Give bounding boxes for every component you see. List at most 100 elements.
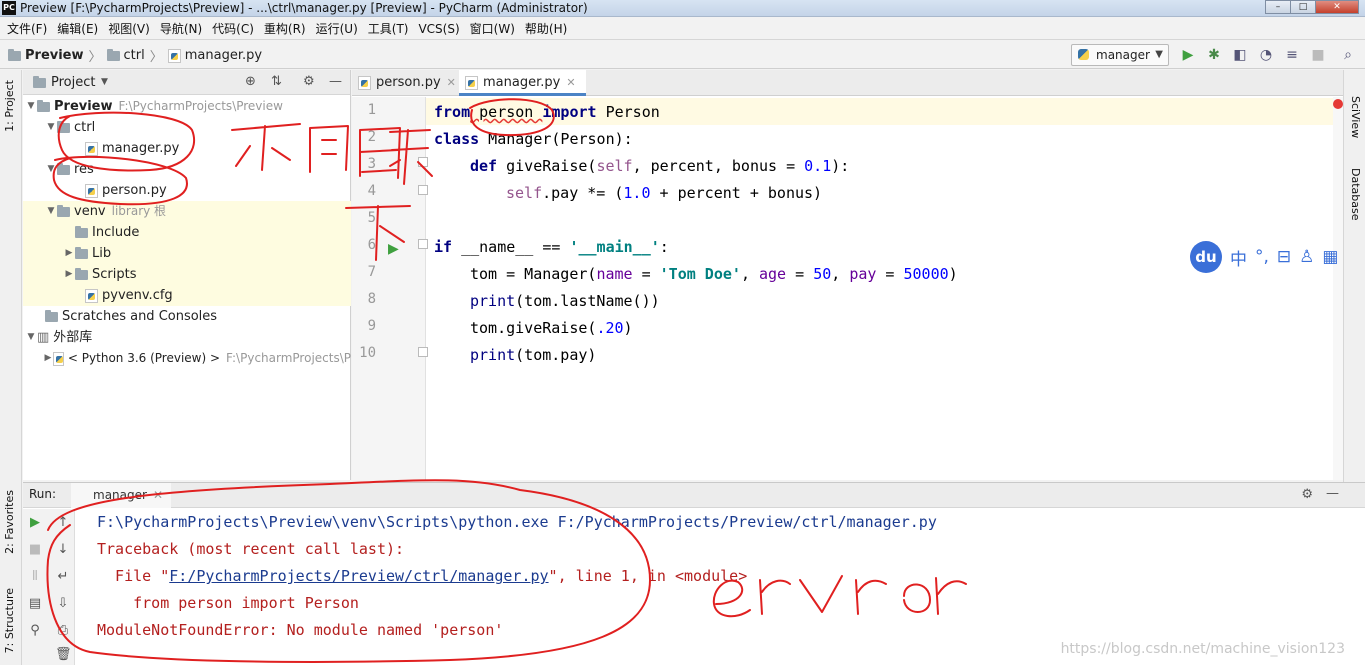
menu-code[interactable]: 代码(C) [207,20,259,37]
coverage-icon[interactable]: ◧ [1232,47,1248,63]
tree-item-pyvenv-cfg[interactable]: pyvenv.cfg [23,285,351,306]
tree-item-include[interactable]: Include [23,222,351,243]
run-gutter-icon[interactable]: ▶ [388,241,399,257]
tree-item-scripts[interactable]: ▶ Scripts [23,264,351,285]
tree-item-res[interactable]: ▼ res [23,159,351,180]
tab-project[interactable]: 1: Project [3,80,16,132]
gear-icon[interactable]: ⚙ [1301,487,1313,502]
up-arrow-icon[interactable]: ↑ [55,515,71,531]
menu-window[interactable]: 窗口(W) [465,20,520,37]
folder-icon [75,246,88,259]
console-traceback-header: Traceback (most recent call last): [97,540,405,558]
ime-toolbar[interactable]: du 中 °, ⊟ ♙ ▦ [1190,240,1360,274]
layout-icon[interactable]: ▤ [27,596,43,612]
error-indicator-icon[interactable] [1333,99,1343,109]
tab-person-py[interactable]: person.py ✕ [352,70,466,96]
close-icon[interactable]: ✕ [566,76,575,89]
editor-gutter: 1 2 3 4 5 6 7 8 9 10 ▶ [352,97,428,480]
rerun-icon[interactable]: ▶ [27,515,43,531]
maximize-button[interactable]: □ [1290,0,1316,14]
user-icon[interactable]: ♙ [1299,247,1314,267]
soft-wrap-icon[interactable]: ↵ [55,569,71,585]
tree-item-manager-py[interactable]: manager.py [23,138,351,159]
profile-icon[interactable]: ◔ [1258,47,1274,63]
tab-sciview[interactable]: SciView [1349,96,1362,138]
tree-item-external-libs[interactable]: ▼ ▥ 外部库 [23,327,351,348]
scratches-icon [45,309,58,322]
tree-item-label: res [74,162,94,177]
collapse-icon[interactable]: ⇅ [271,74,282,89]
scroll-to-end-icon[interactable]: ⇩ [55,596,71,612]
tree-item-lib[interactable]: ▶ Lib [23,243,351,264]
menu-view[interactable]: 视图(V) [103,20,155,37]
breadcrumb-preview[interactable]: Preview 〉 [8,46,107,65]
ime-mode-label[interactable]: 中 [1230,245,1247,270]
hide-icon[interactable]: — [329,74,342,89]
gear-icon[interactable]: ⚙ [303,74,315,89]
tab-structure[interactable]: 7: Structure [3,588,16,653]
library-icon: ▥ [37,330,50,345]
menu-run[interactable]: 运行(U) [311,20,363,37]
breadcrumb-manager[interactable]: manager.py [167,48,262,63]
tab-favorites[interactable]: 2: Favorites [3,490,16,554]
menu-vcs[interactable]: VCS(S) [413,22,464,36]
run-label: Run: [29,487,57,501]
breadcrumb-ctrl[interactable]: ctrl 〉 [106,46,168,65]
menu-bar: 文件(F) 编辑(E) 视图(V) 导航(N) 代码(C) 重构(R) 运行(U… [0,18,1365,40]
fold-icon[interactable] [418,347,428,357]
run-icon[interactable]: ▶ [1180,47,1196,63]
fold-icon[interactable] [418,239,428,249]
python-file-icon [85,183,98,198]
trash-icon[interactable]: 🗑 [55,647,72,663]
tab-manager-py[interactable]: manager.py ✕ [459,70,586,96]
console-file-link[interactable]: F:/PycharmProjects/Preview/ctrl/manager.… [169,567,548,585]
menu-file[interactable]: 文件(F) [2,20,52,37]
tree-item-python-sdk[interactable]: ▶ < Python 3.6 (Preview) > F:\PycharmProje… [23,348,351,369]
run-configuration-select[interactable]: manager ▼ [1071,44,1169,66]
toolbox-icon[interactable]: ⊟ [1277,247,1291,267]
chevron-down-icon[interactable]: ▼ [101,77,108,87]
hide-icon[interactable]: — [1326,486,1339,501]
menu-edit[interactable]: 编辑(E) [52,20,103,37]
pin-icon[interactable]: ⚲ [27,623,43,639]
menu-tools[interactable]: 工具(T) [363,20,414,37]
project-panel-header: Project ▼ ⊕ ⇅ ⚙ — [23,70,350,95]
tree-item-person-py[interactable]: person.py [23,180,351,201]
code-area[interactable]: from person import Person class Manager(… [434,97,1334,480]
debug-icon[interactable]: ✱ [1206,47,1222,63]
run-panel: Run: manager ✕ ⚙ — ▶ ■ Ⅱ ▤ ⚲ ↑ ↓ ↵ ⇩ ⎙ 🗑 … [23,482,1365,665]
punctuation-icon[interactable]: °, [1255,247,1269,267]
chevron-down-icon: ▼ [47,164,55,174]
menu-navigate[interactable]: 导航(N) [155,20,207,37]
print-icon[interactable]: ⎙ [55,623,71,639]
close-button[interactable]: ✕ [1315,0,1359,14]
close-icon[interactable]: ✕ [153,488,163,502]
line-number: 10 [359,345,376,361]
search-everywhere-icon[interactable]: ⌕ [1340,47,1356,63]
close-icon[interactable]: ✕ [447,76,456,89]
tree-item-venv[interactable]: ▼ venv library 根 [23,201,351,222]
fold-icon[interactable] [418,185,428,195]
chevron-right-icon: ▶ [44,353,52,363]
menu-refactor[interactable]: 重构(R) [259,20,311,37]
stop-icon[interactable]: ■ [1310,47,1326,63]
tab-database[interactable]: Database [1349,168,1362,221]
line-number: 2 [367,129,376,145]
concurrency-icon[interactable]: ≡ [1284,47,1300,63]
console-file-line: File "F:/PycharmProjects/Preview/ctrl/ma… [97,563,747,590]
fold-icon[interactable] [418,157,428,167]
menu-help[interactable]: 帮助(H) [520,20,572,37]
grid-icon[interactable]: ▦ [1322,247,1338,267]
minimize-button[interactable]: – [1265,0,1291,14]
editor-scrollbar[interactable] [1333,97,1343,480]
locate-icon[interactable]: ⊕ [245,74,256,89]
code-token: print [470,346,516,364]
run-tab-manager[interactable]: manager ✕ [71,483,171,508]
tree-item-preview[interactable]: ▼ Preview F:\PycharmProjects\Preview [23,96,351,117]
project-view-select[interactable]: Project [51,75,95,90]
tree-item-ctrl[interactable]: ▼ ctrl [23,117,351,138]
tree-item-scratches[interactable]: Scratches and Consoles [23,306,351,327]
stop-icon[interactable]: ■ [27,542,43,558]
pause-icon[interactable]: Ⅱ [27,569,43,585]
down-arrow-icon[interactable]: ↓ [55,542,71,558]
